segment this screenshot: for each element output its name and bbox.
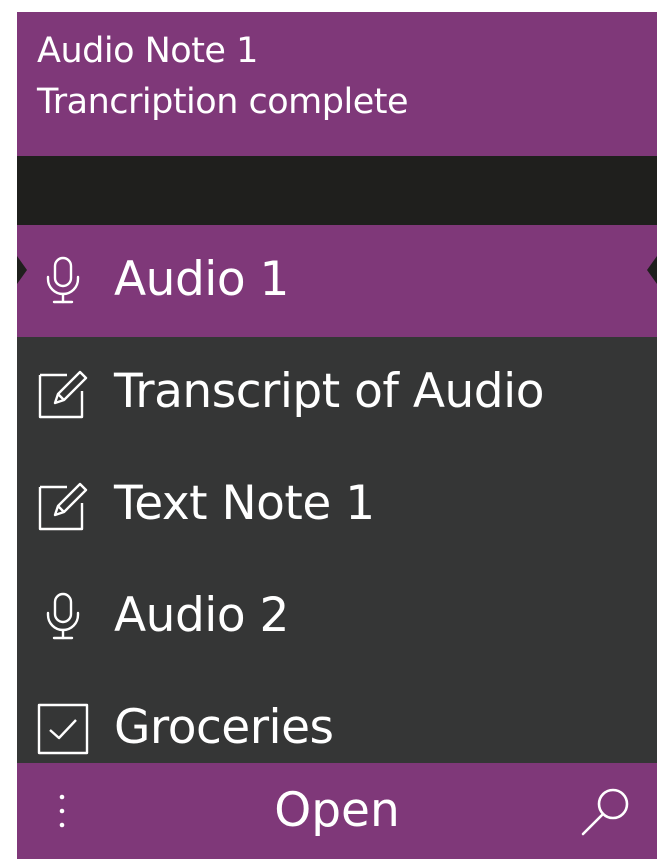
list-item-label: Transcript of Audio — [114, 364, 544, 419]
open-button[interactable]: Open — [237, 781, 437, 841]
list-item-label: Text Note 1 — [114, 476, 375, 531]
header-divider-band — [17, 156, 657, 225]
note-list[interactable]: Audio 1 Transcript of Audio Text Note 1 … — [17, 225, 657, 763]
note-title: Audio Note 1 — [37, 31, 258, 71]
list-item-groceries[interactable]: Groceries — [17, 673, 657, 763]
notification-header[interactable]: Audio Note 1 Trancription complete — [17, 12, 657, 156]
note-edit-icon — [38, 370, 88, 419]
list-item-label: Groceries — [114, 700, 334, 755]
selection-indicator-right — [647, 256, 657, 284]
list-item-label: Audio 1 — [114, 252, 289, 307]
list-item-text-note-1[interactable]: Text Note 1 — [17, 449, 657, 561]
transcription-status: Trancription complete — [37, 82, 408, 122]
list-item-label: Audio 2 — [114, 588, 289, 643]
checkbox-icon — [37, 703, 89, 755]
microphone-icon — [46, 256, 80, 304]
list-item-audio-1[interactable]: Audio 1 — [17, 225, 657, 337]
list-item-audio-2[interactable]: Audio 2 — [17, 561, 657, 673]
more-vertical-icon — [59, 794, 65, 828]
more-options-button[interactable] — [47, 787, 77, 835]
app-bar: Open — [17, 763, 657, 859]
search-icon — [581, 788, 629, 836]
list-item-transcript-of-audio[interactable]: Transcript of Audio — [17, 337, 657, 449]
app-screen: Audio Note 1 Trancription complete Audio… — [17, 12, 657, 859]
microphone-icon — [46, 592, 80, 640]
note-edit-icon — [38, 482, 88, 531]
search-button[interactable] — [577, 783, 635, 841]
selection-indicator-left — [17, 256, 27, 284]
